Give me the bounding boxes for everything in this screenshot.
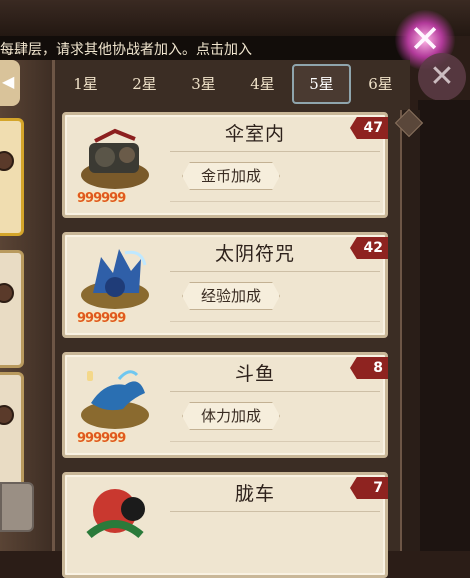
divider <box>170 321 380 322</box>
monster-name: 胧车 <box>234 483 275 505</box>
left-item-dot <box>0 405 14 425</box>
back-arrow-icon: ◀ <box>2 72 15 91</box>
divider <box>170 441 380 442</box>
power-value: 999999 <box>77 311 126 326</box>
monster-name: 斗鱼 <box>234 363 275 385</box>
level-badge: 7 <box>350 477 388 499</box>
monster-name: 太阴符咒 <box>214 243 295 265</box>
divider <box>170 511 380 512</box>
level-badge: 42 <box>350 237 388 259</box>
monster-card[interactable]: 999999 伞室内 金币加成 47 <box>62 112 388 218</box>
tab-6-star[interactable]: 6星 <box>351 64 410 104</box>
back-button[interactable]: ◀ <box>0 60 20 106</box>
power-value: 999999 <box>77 191 126 206</box>
monster-card[interactable]: 胧车 7 <box>62 472 388 578</box>
bonus-tag: 体力加成 <box>182 402 280 430</box>
secondary-close-icon[interactable]: ✕ <box>418 53 466 101</box>
left-list-item[interactable] <box>0 250 24 368</box>
divider <box>170 201 380 202</box>
divider <box>170 151 380 152</box>
level-badge: 8 <box>350 357 388 379</box>
tab-2-star[interactable]: 2星 <box>115 64 174 104</box>
left-item-dot <box>0 151 14 171</box>
right-background <box>418 100 470 551</box>
tab-1-star[interactable]: 1星 <box>56 64 115 104</box>
left-bottom-button[interactable] <box>0 482 34 532</box>
monster-card[interactable]: 999999 太阴符咒 经验加成 42 <box>62 232 388 338</box>
bonus-tag: 金币加成 <box>182 162 280 190</box>
level-badge: 47 <box>350 117 388 139</box>
monster-portrait-icon <box>81 128 149 189</box>
monster-portrait-icon <box>81 249 149 309</box>
star-tabs: 1星 2星 3星 4星 5星 6星 <box>56 64 422 104</box>
left-list-item[interactable] <box>0 118 24 236</box>
notice-text: 每肆层，请求其他协战者加入。点击加入 <box>0 42 252 58</box>
tab-5-star[interactable]: 5星 <box>292 64 351 104</box>
divider <box>170 391 380 392</box>
tab-4-star[interactable]: 4星 <box>233 64 292 104</box>
power-value: 999999 <box>77 431 126 446</box>
tab-3-star[interactable]: 3星 <box>174 64 233 104</box>
bonus-tag: 经验加成 <box>182 282 280 310</box>
monster-portrait-icon <box>81 370 149 429</box>
monster-name: 伞室内 <box>224 123 285 145</box>
scrollbar-track[interactable] <box>400 110 420 551</box>
left-item-dot <box>0 283 14 303</box>
left-list-item[interactable] <box>0 372 24 490</box>
monster-portrait-icon <box>86 489 145 539</box>
divider <box>170 271 380 272</box>
monster-card[interactable]: 999999 斗鱼 体力加成 8 <box>62 352 388 458</box>
